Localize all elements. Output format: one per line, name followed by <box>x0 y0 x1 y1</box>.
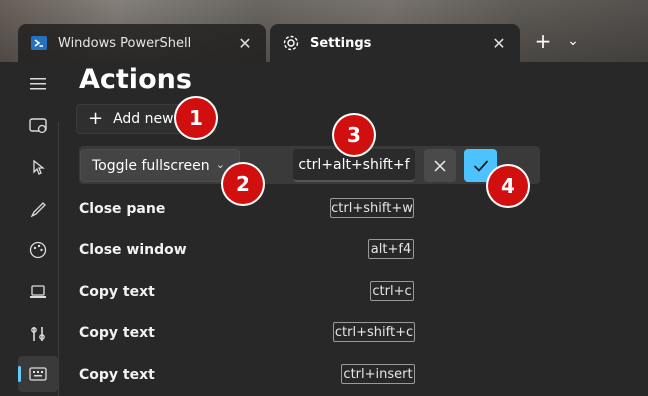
palette-icon[interactable] <box>18 232 58 268</box>
annotation-marker-3: 3 <box>334 115 374 155</box>
list-item[interactable]: Copy text ctrl+insert <box>79 361 419 391</box>
powershell-icon <box>30 34 48 52</box>
close-icon[interactable]: ✕ <box>236 34 254 53</box>
interaction-icon[interactable] <box>18 150 58 186</box>
keyboard-icon[interactable] <box>18 356 58 392</box>
chevron-down-icon[interactable]: ⌄ <box>560 30 586 52</box>
annotation-marker-1: 1 <box>176 98 216 138</box>
selection-indicator <box>18 366 21 382</box>
add-new-label: Add new <box>113 111 174 127</box>
key-chord: ctrl+c <box>370 281 414 301</box>
compatibility-icon[interactable] <box>18 316 58 352</box>
new-tab-button[interactable]: + <box>530 30 556 52</box>
rendering-icon[interactable] <box>18 274 58 310</box>
list-item[interactable]: Copy text ctrl+c <box>79 278 419 308</box>
key-chord: ctrl+insert <box>341 364 415 384</box>
checkmark-icon <box>473 159 488 172</box>
action-name: Copy text <box>79 284 155 300</box>
key-chord: ctrl+shift+w <box>330 198 414 218</box>
appearance-icon[interactable] <box>18 192 58 228</box>
list-item[interactable]: Close window alt+f4 <box>79 236 419 266</box>
action-name: Close window <box>79 242 187 258</box>
sidebar-divider <box>58 122 59 396</box>
chevron-down-icon: ⌄ <box>215 158 225 171</box>
action-name: Copy text <box>79 325 155 341</box>
sidebar <box>18 62 58 396</box>
tab-settings[interactable]: Settings ✕ <box>270 24 520 62</box>
startup-icon[interactable] <box>18 108 58 144</box>
action-name: Copy text <box>79 367 155 383</box>
gear-icon <box>282 34 300 52</box>
annotation-marker-2: 2 <box>223 164 263 204</box>
close-icon <box>434 159 446 172</box>
hamburger-menu-icon[interactable] <box>18 66 58 102</box>
annotation-marker-4: 4 <box>488 166 528 206</box>
tab-label: Settings <box>310 35 372 51</box>
key-chord: alt+f4 <box>368 239 414 259</box>
plus-icon: + <box>88 108 104 129</box>
action-name: Close pane <box>79 201 166 217</box>
action-select-value: Toggle fullscreen <box>92 157 210 174</box>
page-title: Actions <box>79 64 192 95</box>
list-item[interactable]: Copy text ctrl+shift+c <box>79 319 419 349</box>
close-icon[interactable]: ✕ <box>490 34 508 53</box>
key-chord: ctrl+shift+c <box>333 322 415 342</box>
tab-windows-powershell[interactable]: Windows PowerShell ✕ <box>18 24 266 62</box>
tab-label: Windows PowerShell <box>58 35 192 51</box>
action-select[interactable]: Toggle fullscreen ⌄ <box>80 149 240 182</box>
cancel-button[interactable] <box>424 149 456 182</box>
